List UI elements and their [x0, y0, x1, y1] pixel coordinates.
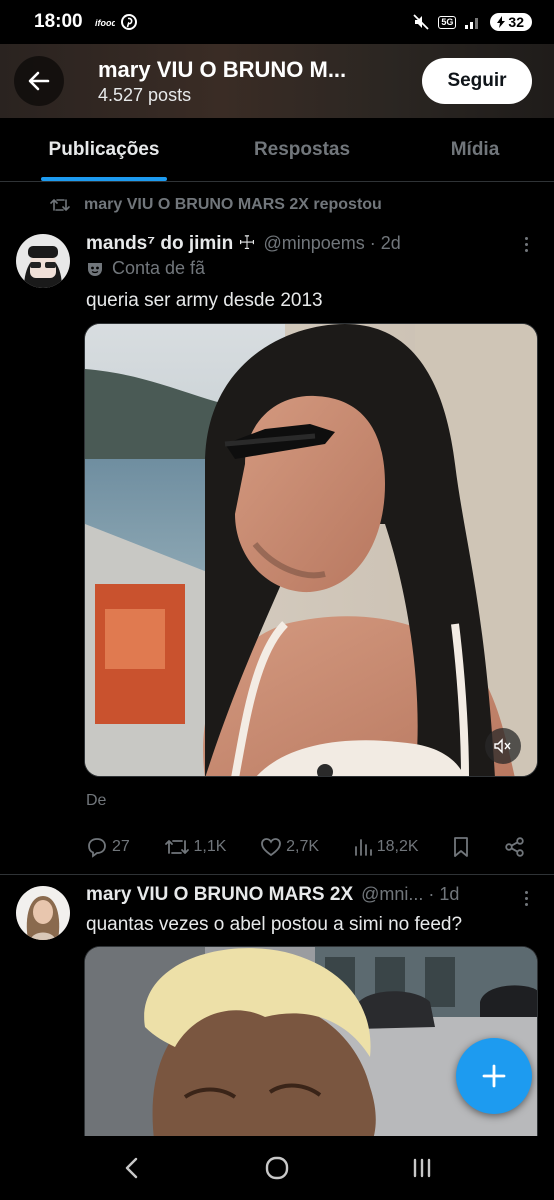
nav-recents-button[interactable]: [392, 1143, 452, 1193]
charging-icon: [497, 16, 506, 28]
post-actions: 27 1,1K 2,7K 18,2K: [86, 832, 526, 862]
post-divider: [0, 874, 554, 875]
nav-home-button[interactable]: [247, 1143, 307, 1193]
profile-header: mary VIU O BRUNO M... 4.527 posts Seguir: [0, 44, 554, 118]
profile-tabs: Publicações Respostas Mídia: [0, 118, 554, 182]
bookmark-icon: [454, 837, 469, 857]
network-5g-icon: 5G: [438, 15, 457, 29]
post-video[interactable]: [84, 323, 538, 777]
repost-text: mary VIU O BRUNO MARS 2X repostou: [84, 196, 382, 213]
like-count: 2,7K: [286, 838, 320, 855]
author-handle[interactable]: @mni... · 1d: [361, 884, 459, 905]
recents-icon: [413, 1158, 430, 1178]
avatar[interactable]: [16, 234, 70, 288]
status-bar: 18:00 ifood 5G 32: [0, 0, 554, 44]
post-header: mands⁷ do jimin ☩ @minpoems · 2d: [86, 232, 401, 255]
video-thumbnail: [85, 324, 537, 776]
author-name[interactable]: mary VIU O BRUNO MARS 2X: [86, 884, 353, 906]
avatar[interactable]: [16, 886, 70, 940]
bookmark-button[interactable]: [452, 836, 470, 858]
repost-button[interactable]: 1,1K: [164, 837, 227, 857]
status-time: 18:00: [34, 11, 83, 32]
repost-icon: [164, 840, 189, 854]
post-text: queria ser army desde 2013: [86, 290, 323, 311]
system-nav-bar: [0, 1136, 554, 1200]
share-button[interactable]: [504, 836, 526, 858]
repost-indicator: mary VIU O BRUNO MARS 2X repostou: [50, 196, 382, 214]
ifood-notification-icon: ifood: [95, 16, 115, 28]
share-icon: [505, 837, 524, 857]
chevron-left-icon: [126, 1157, 138, 1179]
home-circle-icon: [265, 1156, 289, 1180]
fan-label-text: Conta de fã: [112, 258, 206, 278]
compose-button[interactable]: [456, 1038, 532, 1114]
tab-respostas[interactable]: Respostas: [208, 118, 396, 181]
posts-count: 4.527 posts: [98, 84, 192, 105]
post-header: mary VIU O BRUNO MARS 2X @mni... · 1d: [86, 884, 459, 906]
author-name[interactable]: mands⁷ do jimin ☩: [86, 232, 256, 255]
more-options-button[interactable]: [516, 232, 536, 256]
fan-account-label: Conta de fã: [86, 258, 205, 279]
back-button[interactable]: [14, 56, 64, 106]
plus-icon: [482, 1064, 506, 1088]
battery-indicator: 32: [490, 13, 532, 31]
avatar-image: [16, 886, 70, 940]
signal-icon: [464, 14, 482, 30]
avatar-image: [16, 234, 70, 288]
nav-back-button[interactable]: [102, 1143, 162, 1193]
post-text: quantas vezes o abel postou a simi no fe…: [86, 914, 463, 935]
author-handle[interactable]: @minpoems · 2d: [264, 233, 401, 254]
pinterest-notification-icon: [120, 14, 137, 30]
reply-button[interactable]: 27: [86, 836, 130, 858]
svg-text:ifood: ifood: [95, 18, 115, 28]
comment-icon: [88, 838, 106, 858]
tab-publicacoes[interactable]: Publicações: [0, 118, 208, 181]
volume-muted-icon: [494, 738, 511, 754]
battery-level: 32: [508, 14, 524, 30]
views-chart-icon: [354, 839, 372, 856]
follow-button[interactable]: Seguir: [422, 58, 532, 104]
theater-mask-icon: [88, 262, 102, 276]
arrow-left-icon: [28, 71, 50, 91]
view-count: 18,2K: [376, 838, 419, 855]
like-button[interactable]: 2,7K: [260, 837, 319, 857]
profile-name: mary VIU O BRUNO M...: [98, 56, 347, 82]
heart-icon: [261, 838, 282, 857]
views-button[interactable]: 18,2K: [353, 837, 419, 857]
mute-button[interactable]: [485, 728, 521, 764]
mute-status-icon: [412, 13, 430, 31]
from-label: De: [86, 792, 107, 809]
repost-icon: [50, 199, 70, 211]
header-text: mary VIU O BRUNO M... 4.527 posts: [98, 57, 422, 106]
tab-midia[interactable]: Mídia: [396, 118, 554, 181]
repost-count: 1,1K: [193, 838, 227, 855]
reply-count: 27: [112, 838, 130, 855]
more-options-button[interactable]: [516, 886, 536, 910]
